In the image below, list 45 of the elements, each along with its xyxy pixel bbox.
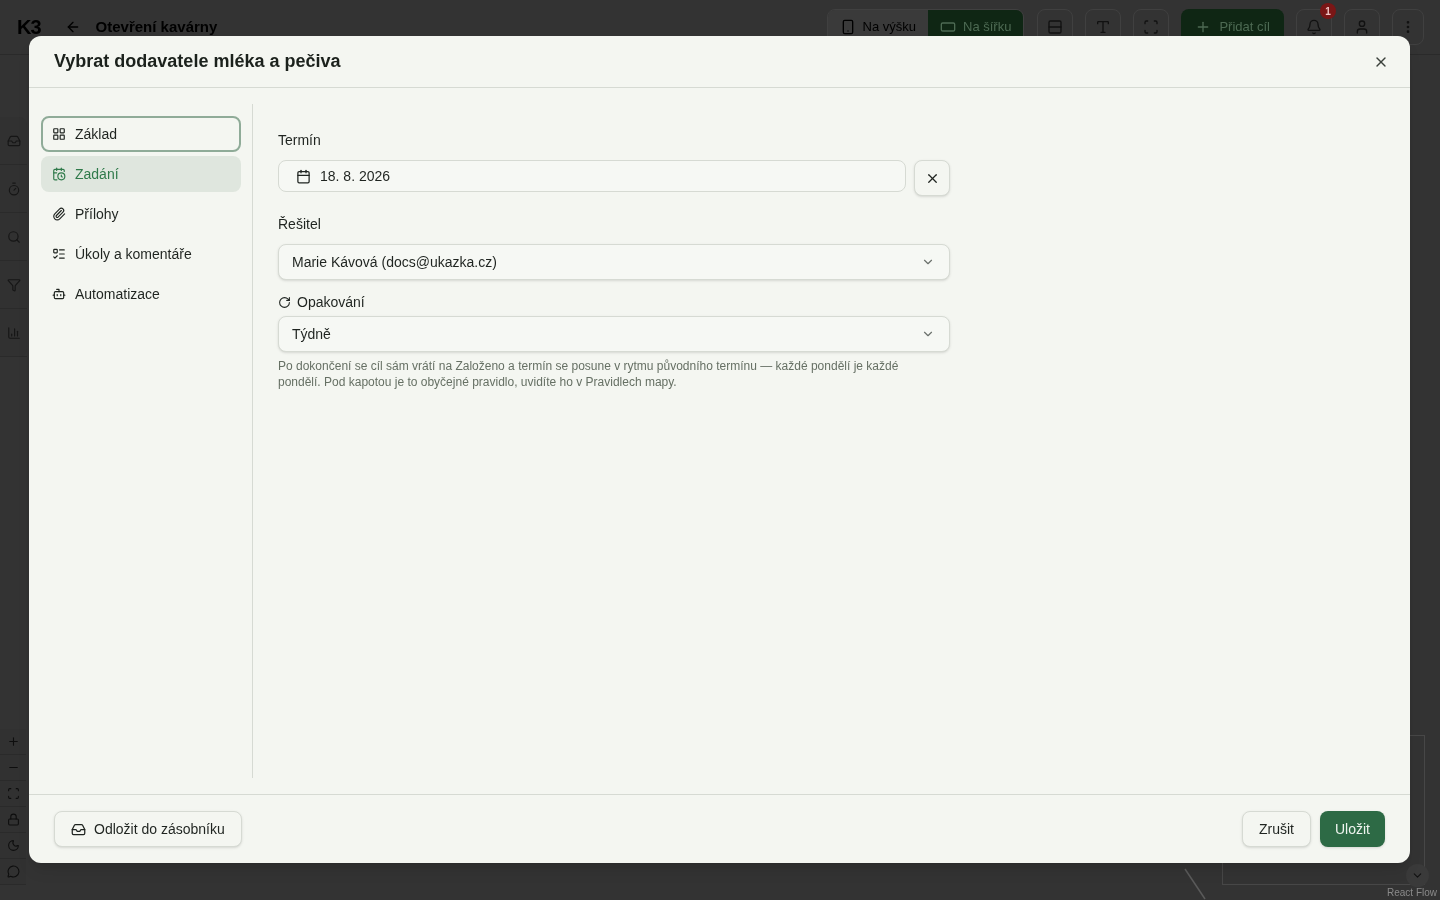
help-text: Po dokončení se cíl sám vrátí na Založeno a termín se posune v rytmu původního termínu — každé pondělí je každé pondělí. Pod kapotou je to obyčejné pravidlo, uvidíte ho v Pravidlech mapy. — [278, 358, 900, 390]
speech-bubble-icon — [6, 865, 20, 878]
assignee-select[interactable]: Marie Kávová (docs@ukazka.cz) — [278, 244, 950, 280]
date-field[interactable]: 18. 8. 2026 — [278, 160, 906, 192]
notification-badge: 1 — [1320, 3, 1336, 19]
text-icon — [1095, 19, 1112, 35]
collapse-button[interactable] — [1406, 864, 1429, 887]
repeat-select[interactable]: Týdně — [278, 316, 950, 352]
inbox-icon — [6, 133, 21, 148]
user-icon — [1354, 19, 1370, 35]
cancel-button[interactable]: Zrušit — [1242, 811, 1311, 847]
fullscreen-icon — [1143, 19, 1160, 35]
rows-icon — [1047, 19, 1064, 35]
filter-icon — [6, 277, 21, 292]
calendar-icon — [296, 168, 311, 184]
timer-icon — [6, 181, 21, 196]
tablet-icon — [940, 19, 956, 35]
edge-line — [1184, 868, 1206, 900]
robot-icon — [52, 287, 66, 301]
field-label: Řešitel — [278, 215, 322, 234]
lock-icon — [6, 813, 20, 826]
grid-icon — [52, 127, 66, 141]
paperclip-icon — [52, 207, 66, 221]
clear-date-button[interactable] — [914, 160, 950, 196]
moon-icon — [6, 839, 20, 852]
search-icon — [6, 229, 21, 244]
inbox-icon — [71, 821, 86, 837]
nav-item[interactable]: Základ — [41, 116, 241, 152]
nav-item[interactable]: Přílohy — [41, 196, 241, 232]
plus-icon — [6, 735, 20, 748]
save-button[interactable]: Uložit — [1320, 811, 1385, 847]
dialog-title: Vybrat dodavatele mléka a pečiva — [54, 50, 341, 73]
defer-button[interactable]: Odložit do zásobníku — [54, 811, 242, 847]
nav-item[interactable]: Úkoly a komentáře — [41, 236, 241, 272]
nav-item[interactable]: Automatizace — [41, 276, 241, 312]
fit-view-icon — [6, 787, 20, 800]
field-label: Opakování — [297, 293, 365, 312]
calendar-clock-icon — [52, 167, 66, 181]
checklist-icon — [52, 247, 66, 261]
nav-item[interactable]: Zadání — [41, 156, 241, 192]
repeat-icon — [278, 295, 291, 309]
attribution-text: React Flow — [1387, 887, 1437, 899]
chart-icon — [6, 325, 21, 340]
bell-icon — [1306, 19, 1322, 35]
field-label: Termín — [278, 131, 322, 150]
